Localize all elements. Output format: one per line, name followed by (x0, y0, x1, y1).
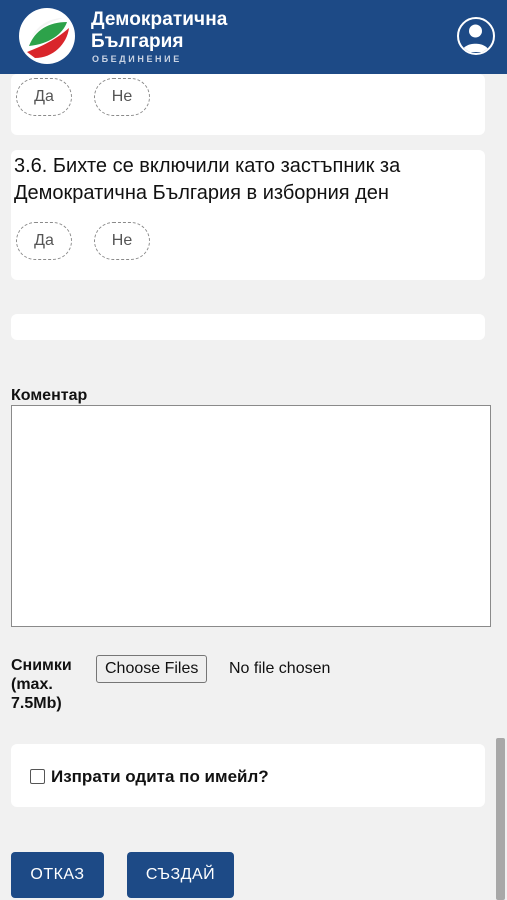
question-text: 3.6. Бихте се включили като застъпник за… (14, 155, 401, 204)
brand-name-line2: България (91, 31, 184, 52)
question-card-3-6: 3.6. Бихте се включили като застъпник за… (11, 150, 485, 280)
send-email-checkbox[interactable] (30, 769, 45, 784)
send-email-label[interactable]: Изпрати одита по имейл? (51, 767, 269, 787)
empty-card (11, 314, 485, 340)
yes-option[interactable]: Да (16, 78, 72, 116)
app-header: Демократична България ОБЕДИНЕНИЕ (0, 0, 507, 74)
party-logo-icon[interactable] (19, 8, 75, 64)
file-status: No file chosen (229, 660, 331, 677)
create-button[interactable]: СЪЗДАЙ (127, 852, 234, 898)
photos-label: Снимки (max. 7.5Mb) (11, 657, 72, 712)
user-avatar-icon[interactable] (457, 17, 495, 55)
no-option[interactable]: Не (94, 78, 150, 116)
choose-files-button[interactable]: Choose Files (96, 655, 208, 683)
scrollbar[interactable] (494, 74, 507, 900)
brand-name-line1: Демократична (91, 9, 228, 30)
cancel-button[interactable]: ОТКАЗ (11, 852, 104, 898)
comment-textarea[interactable] (11, 405, 491, 627)
brand-subtitle: ОБЕДИНЕНИЕ (92, 54, 182, 64)
comment-label: Коментар (11, 387, 88, 404)
no-option[interactable]: Не (94, 222, 150, 260)
yes-option[interactable]: Да (16, 222, 72, 260)
previous-question-card: Да Не (11, 74, 485, 135)
scrollbar-thumb[interactable] (496, 738, 505, 900)
